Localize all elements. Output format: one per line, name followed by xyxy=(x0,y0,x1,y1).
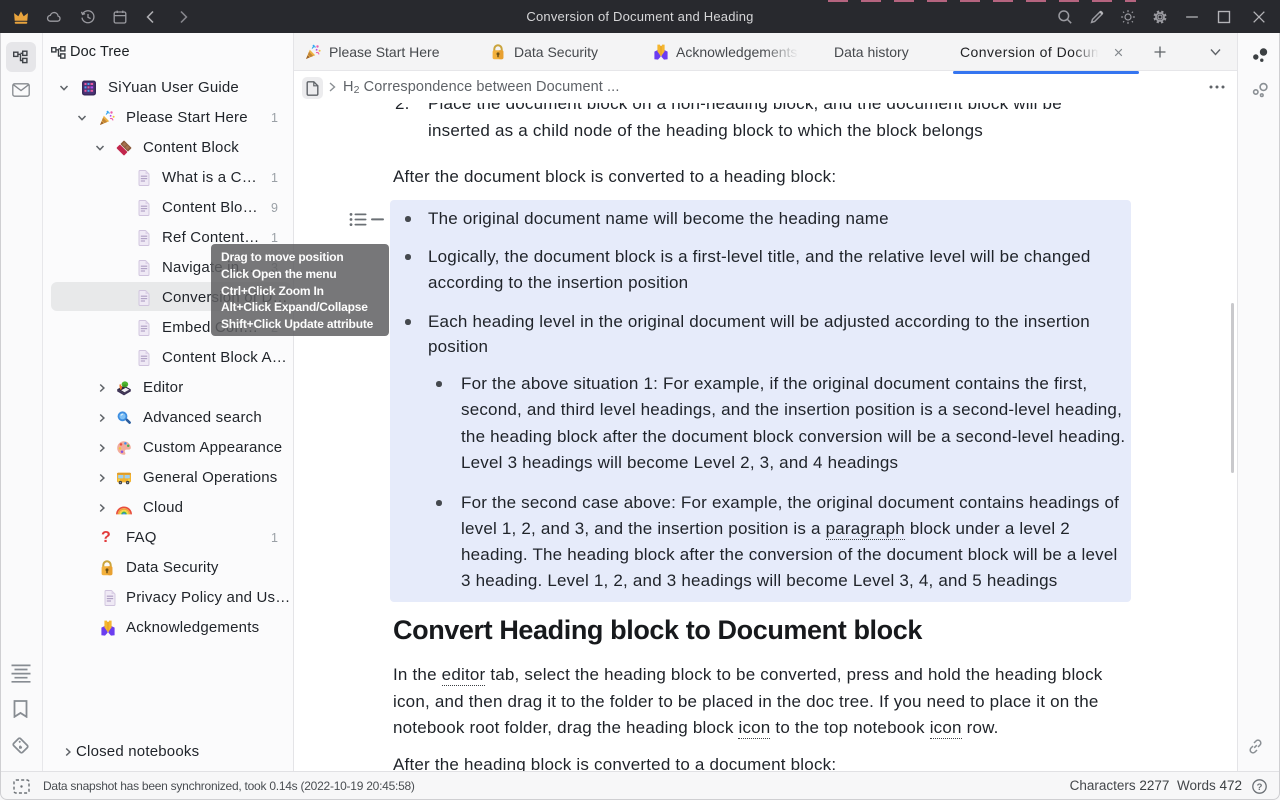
svg-text:?: ? xyxy=(1257,782,1263,793)
